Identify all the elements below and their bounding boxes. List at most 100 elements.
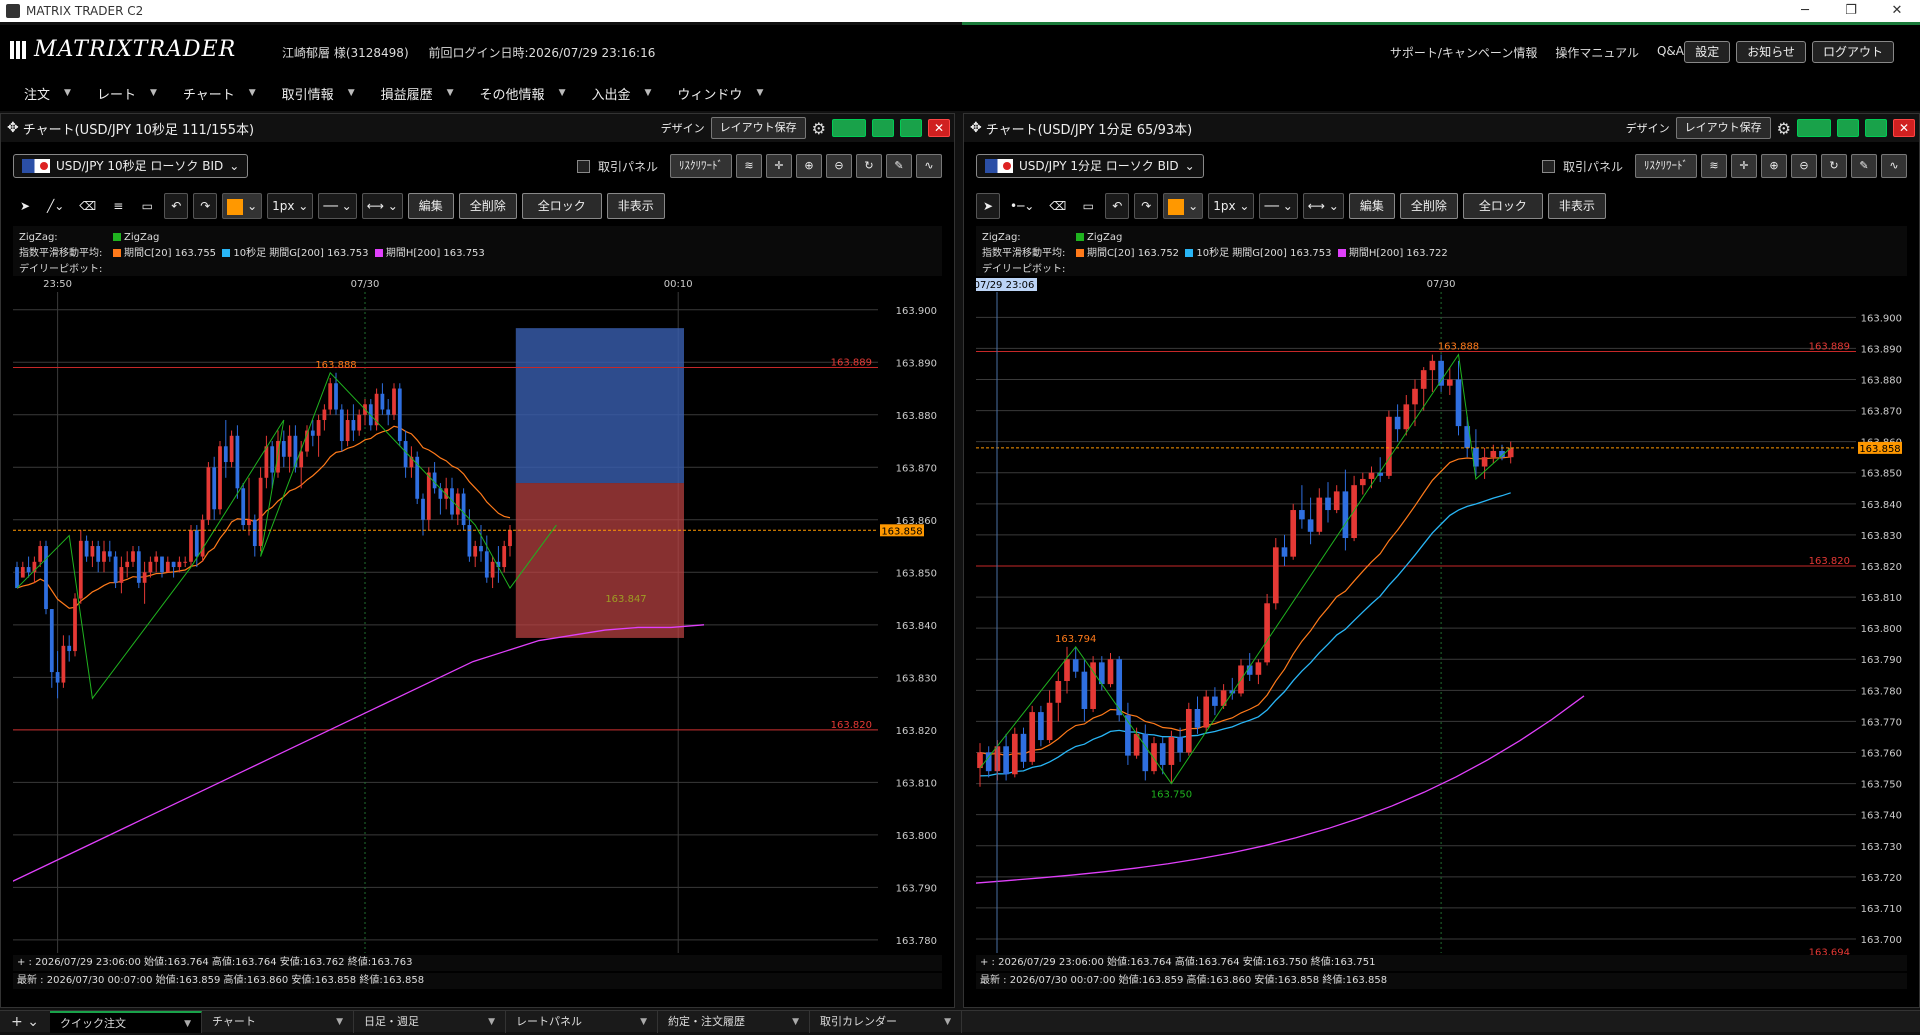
layout-save-button[interactable]: レイアウト保存 xyxy=(1675,117,1771,139)
text-tool-icon[interactable]: ▭ xyxy=(135,193,159,219)
cursor-icon[interactable]: ➤ xyxy=(13,193,37,219)
qa-link[interactable]: Q&A xyxy=(1657,44,1684,61)
move-icon[interactable]: ✥ xyxy=(970,120,982,136)
symbol-select[interactable]: USD/JPY 1分足 ローソク BID ⌄ xyxy=(976,154,1204,178)
candlestick-chart[interactable]: 163.900163.890163.880163.870163.860163.8… xyxy=(971,276,1908,971)
user-name: 江崎郁層 様(3128498) xyxy=(282,46,409,60)
eraser-icon[interactable]: ⌫ xyxy=(1044,193,1071,219)
edit-button[interactable]: 編集 xyxy=(407,193,454,219)
indicator-icon[interactable]: ≋ xyxy=(736,154,762,178)
tab-daily-weekly[interactable]: 日足・週足 ▼ xyxy=(354,1010,506,1033)
layout-save-button[interactable]: レイアウト保存 xyxy=(710,117,806,139)
line-end-select[interactable]: ⟷ ⌄ xyxy=(361,193,403,219)
minimize-panel-button[interactable] xyxy=(1837,119,1859,137)
candle-body xyxy=(252,519,257,547)
risk-reward-button[interactable]: ﾘｽｸﾘﾜｰﾄﾞ xyxy=(1635,154,1697,178)
line-tool-icon[interactable]: ╱⌄ xyxy=(42,193,69,219)
delete-all-button[interactable]: 全削除 xyxy=(1399,193,1458,219)
line-end-select[interactable]: ⟷ ⌄ xyxy=(1302,193,1344,219)
hide-button[interactable]: 非表示 xyxy=(606,193,665,219)
design-label[interactable]: デザイン xyxy=(661,120,705,136)
zoom-in-icon[interactable]: ⊕ xyxy=(1761,154,1787,178)
symbol-select[interactable]: USD/JPY 10秒足 ローソク BID ⌄ xyxy=(13,154,249,178)
line-width-select[interactable]: 1px ⌄ xyxy=(267,193,314,219)
refresh-icon[interactable]: ↻ xyxy=(856,154,882,178)
close-panel-button[interactable]: ✕ xyxy=(928,119,950,137)
close-panel-button[interactable]: ✕ xyxy=(1893,119,1915,137)
lock-all-button[interactable]: 全ロック xyxy=(521,193,602,219)
zoom-in-icon[interactable]: ⊕ xyxy=(796,154,822,178)
logout-button[interactable]: ログアウト xyxy=(1811,41,1894,63)
crosshair-icon[interactable]: ✛ xyxy=(766,154,792,178)
wave-icon[interactable]: ∿ xyxy=(1881,154,1907,178)
panel-titlebar[interactable]: ✥ チャート(USD/JPY 10秒足 111/155本) デザイン レイアウト… xyxy=(1,114,954,142)
refresh-icon[interactable]: ↻ xyxy=(1821,154,1847,178)
tab-trade-calendar[interactable]: 取引カレンダー ▼ xyxy=(810,1010,962,1033)
settings-button[interactable]: 設定 xyxy=(1684,41,1731,63)
minimize-panel-button[interactable] xyxy=(872,119,894,137)
chevron-down-icon: ▼ xyxy=(64,88,71,98)
wave-icon[interactable]: ∿ xyxy=(916,154,942,178)
pen-icon[interactable]: ✎ xyxy=(886,154,912,178)
add-tab-button[interactable]: + ⌄ xyxy=(0,1014,50,1030)
menu-window[interactable]: ウィンドウ ▼ xyxy=(677,84,763,103)
risk-reward-button[interactable]: ﾘｽｸﾘﾜｰﾄﾞ xyxy=(670,154,732,178)
design-label[interactable]: デザイン xyxy=(1626,120,1670,136)
candle-body xyxy=(270,446,275,473)
move-icon[interactable]: ✥ xyxy=(7,120,19,136)
color-picker[interactable]: ⌄ xyxy=(222,193,263,219)
zoom-out-icon[interactable]: ⊖ xyxy=(826,154,852,178)
maximize-panel-button[interactable] xyxy=(1865,119,1887,137)
delete-all-button[interactable]: 全削除 xyxy=(458,193,517,219)
menu-deposit[interactable]: 入出金 ▼ xyxy=(591,84,651,103)
tab-execution-history[interactable]: 約定・注文履歴 ▼ xyxy=(658,1010,810,1033)
zoom-out-icon[interactable]: ⊖ xyxy=(1791,154,1817,178)
maximize-panel-button[interactable] xyxy=(900,119,922,137)
eraser-icon[interactable]: ⌫ xyxy=(74,193,101,219)
panel-titlebar[interactable]: ✥ チャート(USD/JPY 1分足 65/93本) デザイン レイアウト保存 … xyxy=(964,114,1919,142)
tab-rate-panel[interactable]: レートパネル ▼ xyxy=(506,1010,658,1033)
tab-quick-order[interactable]: クイック注文 ▼ xyxy=(50,1010,202,1033)
menu-other-info[interactable]: その他情報 ▼ xyxy=(480,84,566,103)
line-style-select[interactable]: ── ⌄ xyxy=(1259,193,1298,219)
gear-icon[interactable]: ⚙ xyxy=(812,119,826,138)
notice-button[interactable]: お知らせ xyxy=(1736,41,1806,63)
indicator-icon[interactable]: ≋ xyxy=(1701,154,1727,178)
line-style-select[interactable]: ── ⌄ xyxy=(318,193,357,219)
cursor-icon[interactable]: ➤ xyxy=(976,193,1000,219)
text-tool-icon[interactable]: ▭ xyxy=(1076,193,1100,219)
redo-icon[interactable]: ↷ xyxy=(1134,193,1159,219)
gear-icon[interactable]: ⚙ xyxy=(1777,119,1791,138)
candle-body xyxy=(339,409,344,442)
menu-chart[interactable]: チャート ▼ xyxy=(183,84,256,103)
trade-panel-checkbox[interactable] xyxy=(1541,159,1555,173)
redo-icon[interactable]: ↷ xyxy=(193,193,218,219)
menu-trade-info[interactable]: 取引情報 ▼ xyxy=(282,84,355,103)
menu-rate[interactable]: レート ▼ xyxy=(97,84,157,103)
support-link[interactable]: サポート/キャンペーン情報 xyxy=(1390,44,1537,61)
menu-pl-history[interactable]: 損益履歴 ▼ xyxy=(381,84,454,103)
hide-button[interactable]: 非表示 xyxy=(1547,193,1606,219)
tab-chart[interactable]: チャート ▼ xyxy=(202,1010,354,1033)
undo-icon[interactable]: ↶ xyxy=(164,193,189,219)
color-picker[interactable]: ⌄ xyxy=(1163,193,1204,219)
manual-link[interactable]: 操作マニュアル xyxy=(1555,44,1639,61)
pen-icon[interactable]: ✎ xyxy=(1851,154,1877,178)
undo-icon[interactable]: ↶ xyxy=(1105,193,1130,219)
lock-all-button[interactable]: 全ロック xyxy=(1462,193,1543,219)
maximize-button[interactable]: ❐ xyxy=(1828,0,1874,22)
crosshair-icon[interactable]: ✛ xyxy=(1731,154,1757,178)
chart-canvas[interactable]: 163.900163.890163.880163.870163.860163.8… xyxy=(971,276,1908,975)
chart-canvas[interactable]: 163.900163.890163.880163.870163.860163.8… xyxy=(10,276,943,975)
window-menu-button[interactable] xyxy=(832,119,866,137)
edit-button[interactable]: 編集 xyxy=(1348,193,1395,219)
candlestick-chart[interactable]: 163.900163.890163.880163.870163.860163.8… xyxy=(10,276,943,971)
menu-order[interactable]: 注文 ▼ xyxy=(24,84,71,103)
close-window-button[interactable]: ✕ xyxy=(1874,0,1920,22)
hline-tool-icon[interactable]: •─⌄ xyxy=(1005,193,1039,219)
minimize-button[interactable]: ─ xyxy=(1782,0,1828,22)
line-width-select[interactable]: 1px ⌄ xyxy=(1208,193,1255,219)
window-menu-button[interactable] xyxy=(1797,119,1831,137)
trade-panel-checkbox[interactable] xyxy=(576,159,590,173)
fibonacci-icon[interactable]: ≡ xyxy=(106,193,130,219)
